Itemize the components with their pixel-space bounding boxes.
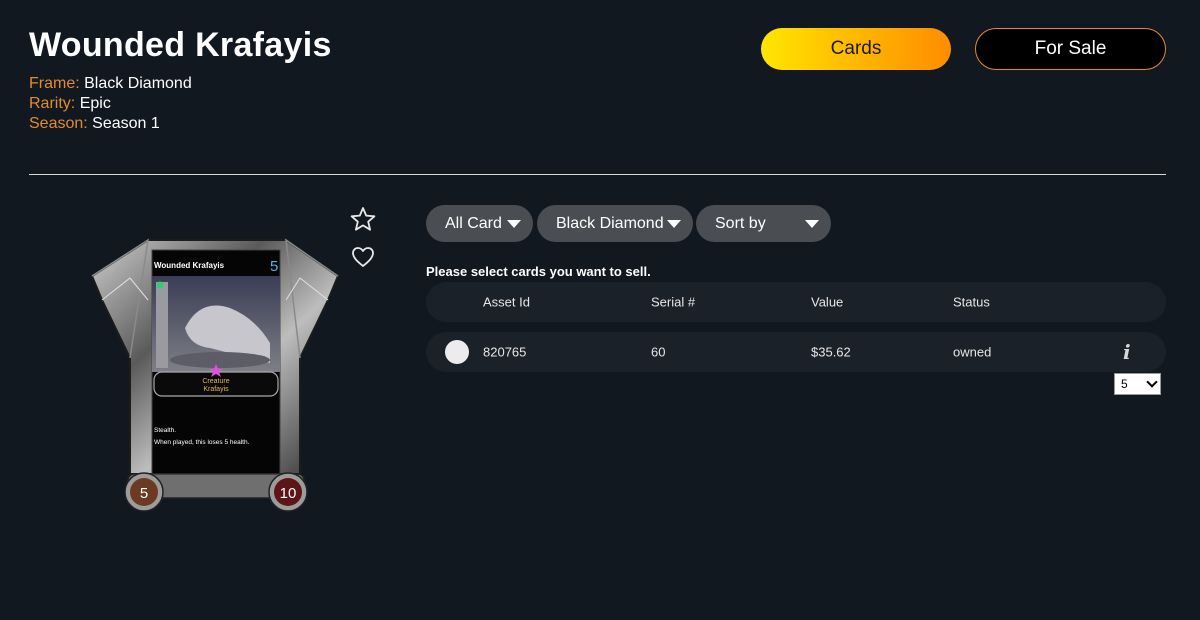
card-image: Wounded Krafayis 5 Creature Krafayis Ste… — [90, 238, 342, 516]
page-size-value: 5 — [1121, 377, 1128, 391]
card-ability-2: When played, this loses 5 health. — [154, 439, 250, 446]
cell-asset-id: 820765 — [483, 344, 527, 360]
rarity-label: Rarity: — [29, 95, 76, 112]
info-icon[interactable]: i — [1123, 341, 1131, 363]
table-row[interactable]: 820765 60 $35.62 owned i — [426, 332, 1166, 372]
frame-label: Frame: — [29, 75, 80, 92]
cards-button[interactable]: Cards — [761, 28, 951, 70]
card-name-text: Wounded Krafayis — [154, 261, 225, 270]
frame-row: Frame: Black Diamond — [29, 74, 192, 94]
sell-instruction: Please select cards you want to sell. — [426, 264, 651, 279]
header-value: Value — [811, 294, 844, 310]
caret-down-icon — [507, 220, 521, 228]
cell-status: owned — [953, 344, 992, 360]
header-status: Status — [953, 294, 990, 310]
season-row: Season: Season 1 — [29, 114, 192, 134]
header-asset-id: Asset Id — [483, 294, 530, 310]
type-filter-dropdown[interactable]: All Card — [426, 205, 533, 242]
sort-dropdown[interactable]: Sort by — [696, 205, 831, 242]
card-ability-1: Stealth. — [154, 427, 176, 434]
caret-down-icon — [667, 220, 681, 228]
card-attack-text: 5 — [140, 485, 148, 502]
cell-value: $35.62 — [811, 344, 851, 360]
frame-filter-dropdown[interactable]: Black Diamond — [537, 205, 693, 242]
season-value: Season 1 — [92, 115, 160, 132]
sort-label: Sort by — [715, 214, 766, 232]
select-radio[interactable] — [445, 340, 469, 364]
rarity-row: Rarity: Epic — [29, 94, 192, 114]
card-type-text: Creature — [202, 378, 229, 385]
table-header: Asset Id Serial # Value Status — [426, 282, 1166, 322]
frame-value: Black Diamond — [84, 75, 192, 92]
season-label: Season: — [29, 115, 88, 132]
card-meta: Frame: Black Diamond Rarity: Epic Season… — [29, 74, 192, 134]
card-subtype-text: Krafayis — [203, 386, 229, 393]
card-health-text: 10 — [280, 485, 297, 502]
header-serial: Serial # — [651, 294, 696, 310]
cell-serial: 60 — [651, 344, 666, 360]
for-sale-button[interactable]: For Sale — [975, 28, 1166, 70]
heart-icon[interactable] — [351, 246, 375, 268]
page-title: Wounded Krafayis — [29, 26, 332, 64]
caret-down-icon — [805, 220, 819, 228]
page-size-select[interactable]: 5 — [1114, 373, 1161, 395]
type-filter-label: All Card — [445, 214, 502, 232]
card-cost-text: 5 — [270, 258, 278, 275]
frame-filter-label: Black Diamond — [556, 214, 664, 232]
star-icon[interactable] — [350, 206, 376, 232]
rarity-value: Epic — [79, 95, 111, 112]
divider — [29, 174, 1166, 175]
chevron-down-icon — [1146, 376, 1158, 388]
card-frame-art: Wounded Krafayis 5 Creature Krafayis Ste… — [90, 238, 340, 512]
